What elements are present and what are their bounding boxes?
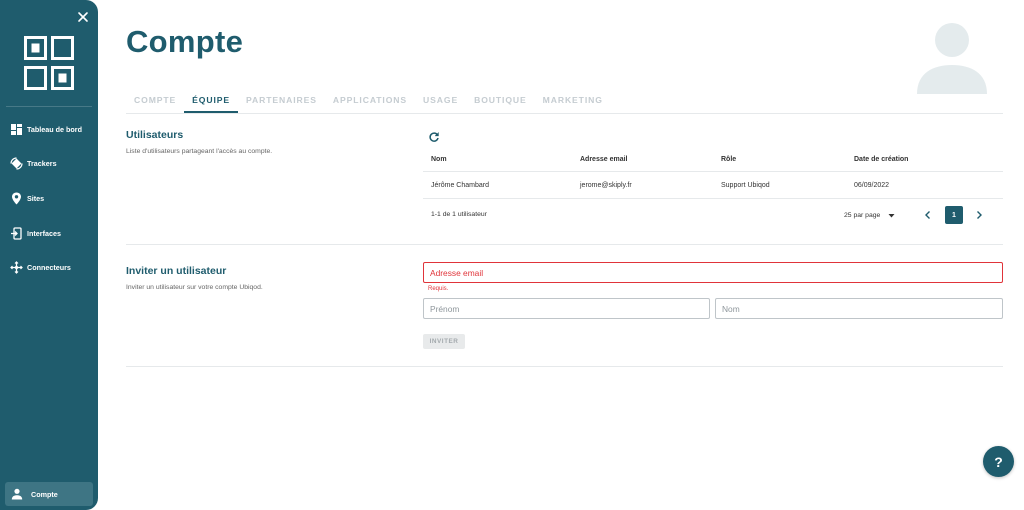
sidebar-item-label: Sites (27, 193, 45, 203)
sidebar-item-connecteurs[interactable]: Connecteurs (0, 256, 98, 280)
user-icon (11, 488, 23, 500)
sidebar-item-dashboard[interactable]: Tableau de bord (0, 117, 98, 141)
next-page-button[interactable] (970, 206, 988, 224)
tabs-divider (126, 113, 1003, 114)
help-button[interactable]: ? (983, 446, 1014, 477)
tab-applications[interactable]: APPLICATIONS (325, 90, 415, 113)
previous-page-button[interactable] (919, 206, 937, 224)
table-row[interactable]: Jérôme Chambard jerome@skiply.fr Support… (423, 172, 1003, 199)
sidebar: Tableau de bord Trackers Sites Interface… (0, 0, 98, 510)
chevron-left-icon (925, 211, 930, 219)
tab-marketing[interactable]: MARKETING (535, 90, 611, 113)
cell-name: Jérôme Chambard (431, 181, 489, 189)
sidebar-item-interfaces[interactable]: Interfaces (0, 221, 98, 245)
sidebar-divider (6, 106, 92, 107)
sidebar-nav: Tableau de bord Trackers Sites Interface… (0, 117, 98, 290)
column-header-created[interactable]: Date de création (846, 156, 1003, 163)
sidebar-item-label: Tableau de bord (27, 124, 82, 134)
column-header-name[interactable]: Nom (423, 156, 572, 163)
sidebar-item-label: Interfaces (27, 228, 61, 238)
tab-compte[interactable]: COMPTE (126, 90, 184, 113)
sidebar-item-account[interactable]: Compte (5, 482, 93, 506)
firstname-input[interactable] (424, 299, 709, 319)
email-input[interactable] (424, 263, 1002, 283)
section-divider (126, 366, 1003, 367)
connector-icon (9, 261, 23, 275)
per-page-value: 25 par page (844, 211, 881, 219)
sidebar-item-label: Trackers (27, 159, 57, 169)
tab-bar: COMPTE ÉQUIPE PARTENAIRES APPLICATIONS U… (126, 90, 611, 114)
cell-email: jerome@skiply.fr (580, 181, 632, 189)
users-table: Nom Adresse email Rôle Date de création … (423, 148, 1003, 199)
lastname-input[interactable] (716, 299, 1002, 319)
column-header-role[interactable]: Rôle (713, 156, 846, 163)
tab-usage[interactable]: USAGE (415, 90, 466, 113)
table-header: Nom Adresse email Rôle Date de création (423, 148, 1003, 172)
qr-grid-logo (24, 36, 74, 90)
invite-section-title: Inviter un utilisateur (126, 265, 227, 277)
tab-partenaires[interactable]: PARTENAIRES (238, 90, 325, 113)
close-icon[interactable] (76, 10, 90, 24)
users-section-title: Utilisateurs (126, 129, 184, 141)
tracker-icon (9, 157, 23, 171)
page-title: Compte (126, 24, 244, 59)
email-error-message: Requis. (428, 286, 449, 292)
user-avatar-icon[interactable] (917, 22, 987, 94)
sidebar-item-label: Compte (31, 489, 58, 499)
chevron-right-icon (977, 211, 982, 219)
per-page-select[interactable]: 25 par page (844, 208, 895, 222)
dashboard-icon (9, 122, 23, 136)
page-button-current[interactable]: 1 (945, 206, 963, 224)
cell-created: 06/09/2022 (854, 181, 890, 189)
caret-down-icon (888, 213, 895, 217)
cell-role: Support Ubiqod (721, 181, 770, 189)
location-pin-icon (9, 191, 23, 205)
lastname-field (715, 298, 1003, 319)
refresh-icon[interactable] (428, 131, 440, 143)
sidebar-item-label: Connecteurs (27, 263, 71, 273)
interface-icon (9, 226, 23, 240)
section-divider (126, 244, 1003, 245)
users-section-description: Liste d'utilisateurs partageant l'accès … (126, 148, 273, 155)
firstname-field (423, 298, 710, 319)
invite-button[interactable]: INVITER (423, 334, 465, 349)
sidebar-item-trackers[interactable]: Trackers (0, 152, 98, 176)
column-header-email[interactable]: Adresse email (572, 156, 713, 163)
invite-section-description: Inviter un utilisateur sur votre compte … (126, 284, 263, 291)
tab-boutique[interactable]: BOUTIQUE (466, 90, 535, 113)
pagination-count: 1-1 de 1 utilisateur (431, 211, 487, 218)
email-field (423, 262, 1003, 283)
tab-equipe[interactable]: ÉQUIPE (184, 90, 239, 113)
sidebar-item-sites[interactable]: Sites (0, 186, 98, 210)
pagination: 1-1 de 1 utilisateur 25 par page 1 (423, 203, 1003, 227)
